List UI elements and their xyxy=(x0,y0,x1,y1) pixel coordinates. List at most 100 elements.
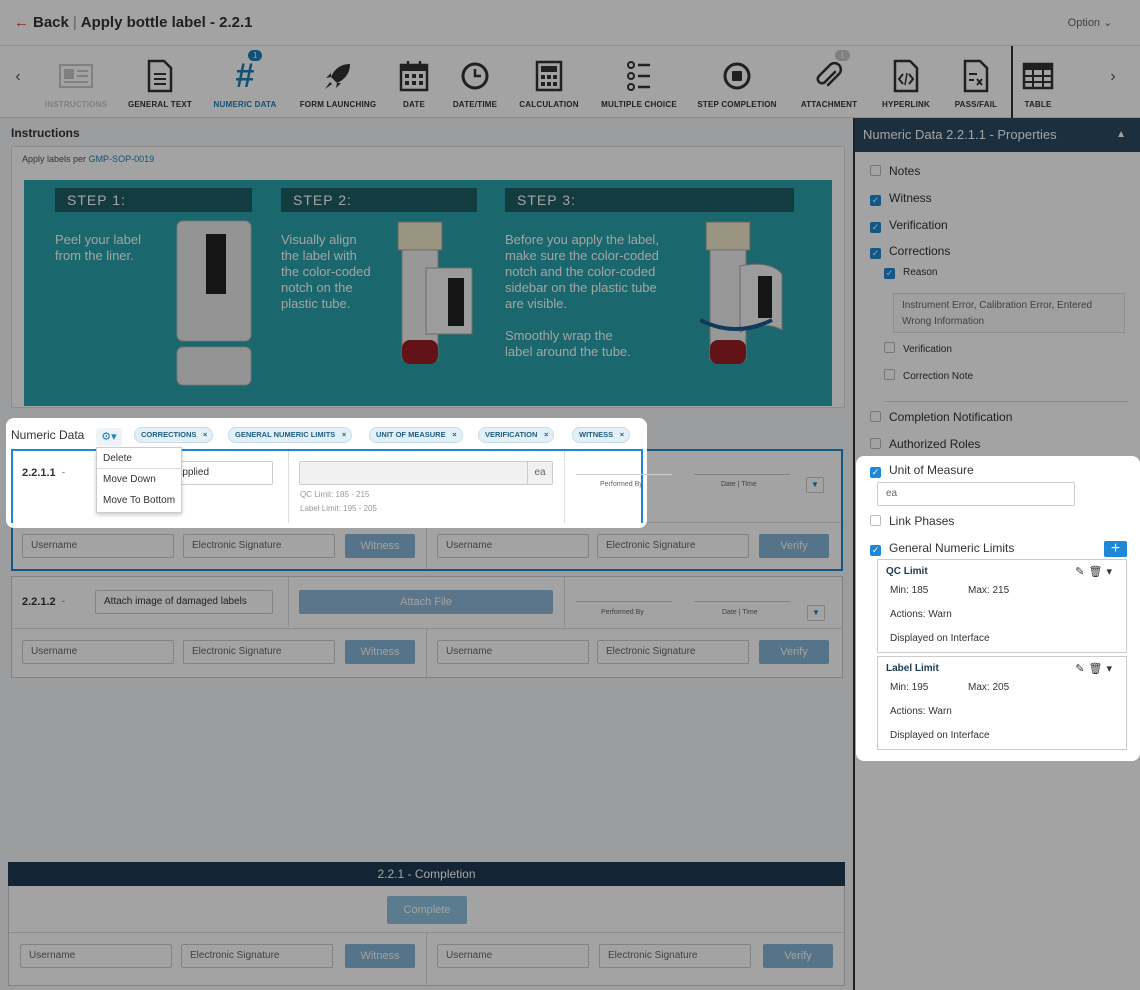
tool-date-time[interactable]: DATE/TIME xyxy=(449,58,501,109)
correction-note-option[interactable]: Correction Note xyxy=(884,369,973,382)
tool-pass-fail[interactable]: PASS/FAIL xyxy=(950,58,1002,109)
attachment-badge: 1 xyxy=(835,50,850,61)
gear-icon[interactable]: ⚙▾ xyxy=(96,428,122,446)
link-phases-option[interactable]: Link Phases xyxy=(870,514,954,528)
tool-numeric-data[interactable]: 1 # NUMERIC DATA xyxy=(208,50,282,109)
row2-verify-username-input[interactable]: Username xyxy=(437,640,589,664)
tool-hyperlink[interactable]: HYPERLINK xyxy=(878,58,934,109)
completion-witness-button[interactable]: Witness xyxy=(345,944,415,968)
tool-form-launching[interactable]: FORM LAUNCHING xyxy=(296,58,380,109)
checkbox-icon[interactable] xyxy=(884,342,895,353)
completion-witness-username-input[interactable]: Username xyxy=(20,944,172,968)
tag-unit-of-measure[interactable]: UNIT OF MEASURE × xyxy=(369,427,463,443)
tool-step-completion[interactable]: STEP COMPLETION xyxy=(695,58,779,109)
performed-by-label: Performed By xyxy=(600,481,643,488)
tool-table[interactable]: TABLE xyxy=(1018,58,1058,109)
row-menu-chevron-icon[interactable]: ▼ xyxy=(807,605,825,621)
checkbox-icon[interactable] xyxy=(870,515,881,526)
witness-esig-input[interactable]: Electronic Signature xyxy=(183,534,335,558)
corrections-option[interactable]: ✓ Corrections xyxy=(870,244,950,259)
tool-instructions[interactable]: INSTRUCTIONS xyxy=(40,58,112,109)
witness-button[interactable]: Witness xyxy=(345,534,415,558)
checkbox-checked-icon[interactable]: ✓ xyxy=(870,195,881,206)
numeric-value-input[interactable] xyxy=(299,461,553,485)
tool-attachment[interactable]: 1 ATTACHMENT xyxy=(797,50,861,109)
verify-esig-input[interactable]: Electronic Signature xyxy=(597,534,749,558)
unit-label: ea xyxy=(527,462,552,484)
authorized-roles-option[interactable]: Authorized Roles xyxy=(870,437,980,451)
general-limits-option[interactable]: ✓ General Numeric Limits xyxy=(870,541,1014,556)
tool-date[interactable]: DATE xyxy=(394,58,434,109)
checkbox-icon[interactable] xyxy=(870,438,881,449)
row-menu-chevron-icon[interactable]: ▼ xyxy=(806,477,824,493)
qc-max: Max: 215 xyxy=(968,585,1010,596)
completion-verify-esig-input[interactable]: Electronic Signature xyxy=(599,944,751,968)
label-actions: Actions: Warn xyxy=(890,706,952,717)
tag-general-numeric-limits[interactable]: GENERAL NUMERIC LIMITS × xyxy=(228,427,353,443)
witness-option[interactable]: ✓ Witness xyxy=(870,191,932,206)
tag-corrections[interactable]: CORRECTIONS × xyxy=(134,427,214,443)
row2-verify-esig-input[interactable]: Electronic Signature xyxy=(597,640,749,664)
menu-move-to-bottom[interactable]: Move To Bottom xyxy=(97,490,181,511)
row2-witness-username-input[interactable]: Username xyxy=(22,640,174,664)
step-2-text: Visually align the label with the color-… xyxy=(281,232,371,311)
checkbox-checked-icon[interactable]: ✓ xyxy=(870,545,881,556)
tool-calculation[interactable]: CALCULATION xyxy=(517,58,581,109)
verify-button[interactable]: Verify xyxy=(759,534,829,558)
back-button[interactable]: ← Back | Apply bottle label - 2.2.1 xyxy=(14,14,252,31)
verify-username-input[interactable]: Username xyxy=(437,534,589,558)
close-icon[interactable]: × xyxy=(544,428,548,442)
trash-icon[interactable]: 🗑 xyxy=(1089,566,1107,578)
tool-general-text[interactable]: GENERAL TEXT xyxy=(125,58,195,109)
witness-username-input[interactable]: Username xyxy=(22,534,174,558)
row2-witness-esig-input[interactable]: Electronic Signature xyxy=(183,640,335,664)
unit-of-measure-option[interactable]: ✓ Unit of Measure xyxy=(870,463,974,478)
chevron-down-icon[interactable]: ▾ xyxy=(1106,663,1116,675)
attach-file-button[interactable]: Attach File xyxy=(299,590,553,614)
checkbox-icon[interactable] xyxy=(870,411,881,422)
checkbox-checked-icon[interactable]: ✓ xyxy=(870,467,881,478)
close-icon[interactable]: × xyxy=(452,428,456,442)
menu-move-down[interactable]: Move Down xyxy=(97,469,181,490)
close-icon[interactable]: × xyxy=(620,428,624,442)
add-limit-button[interactable]: + xyxy=(1104,541,1127,557)
reason-option[interactable]: ✓ Reason xyxy=(884,267,937,279)
close-icon[interactable]: × xyxy=(342,428,346,442)
completion-verify-button[interactable]: Verify xyxy=(763,944,833,968)
tool-multiple-choice[interactable]: MULTIPLE CHOICE xyxy=(598,58,680,109)
complete-button[interactable]: Complete xyxy=(387,896,467,924)
panel-divider xyxy=(884,401,1128,402)
sop-link[interactable]: GMP-SOP-0019 xyxy=(89,154,155,164)
row2-verify-button[interactable]: Verify xyxy=(759,640,829,664)
attach-description-input[interactable]: Attach image of damaged labels xyxy=(95,590,273,614)
reason-list[interactable]: Instrument Error, Calibration Error, Ent… xyxy=(893,293,1125,333)
toolbar-prev-icon[interactable]: ‹ xyxy=(8,68,28,86)
edit-icon[interactable]: ✎ xyxy=(1075,566,1088,578)
menu-delete[interactable]: Delete xyxy=(97,448,181,469)
toolbar-next-icon[interactable]: › xyxy=(1103,68,1123,86)
completion-verify-username-input[interactable]: Username xyxy=(437,944,589,968)
close-icon[interactable]: × xyxy=(203,428,207,442)
checkbox-checked-icon[interactable]: ✓ xyxy=(884,268,895,279)
verification-option[interactable]: ✓ Verification xyxy=(870,218,948,233)
collapse-caret-icon[interactable]: ▲ xyxy=(1116,118,1126,152)
checkbox-icon[interactable] xyxy=(884,369,895,380)
completion-witness-esig-input[interactable]: Electronic Signature xyxy=(181,944,333,968)
sub-verification-option[interactable]: Verification xyxy=(884,342,952,355)
checkbox-icon[interactable] xyxy=(870,165,881,176)
list-icon xyxy=(627,61,650,91)
tag-verification[interactable]: VERIFICATION × xyxy=(478,427,555,443)
option-dropdown[interactable]: Option ⌄ xyxy=(1054,10,1126,36)
row2-witness-button[interactable]: Witness xyxy=(345,640,415,664)
tag-witness[interactable]: WITNESS × xyxy=(572,427,631,443)
trash-icon[interactable]: 🗑 xyxy=(1089,663,1107,675)
edit-icon[interactable]: ✎ xyxy=(1075,663,1088,675)
unit-of-measure-input[interactable]: ea xyxy=(877,482,1075,506)
row-dash: - xyxy=(62,596,65,606)
checkbox-checked-icon[interactable]: ✓ xyxy=(870,248,881,259)
notes-option[interactable]: Notes xyxy=(870,164,920,178)
checkbox-checked-icon[interactable]: ✓ xyxy=(870,222,881,233)
completion-notification-option[interactable]: Completion Notification xyxy=(870,410,1012,424)
chevron-down-icon[interactable]: ▾ xyxy=(1106,566,1116,578)
date-time-line xyxy=(694,474,790,475)
